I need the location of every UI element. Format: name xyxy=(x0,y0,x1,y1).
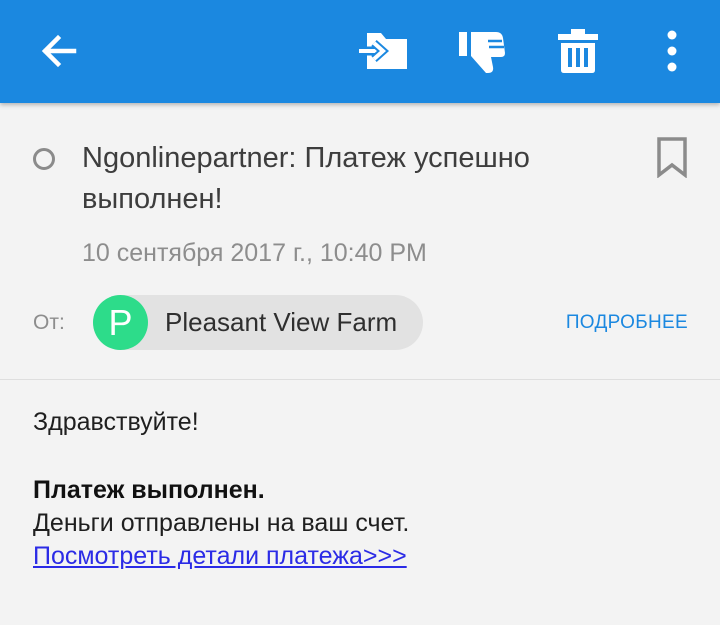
bookmark-icon xyxy=(657,137,687,179)
unread-indicator-icon[interactable] xyxy=(33,148,55,170)
message-date: 10 сентября 2017 г., 10:40 PM xyxy=(82,239,427,267)
body-greeting: Здравствуйте! xyxy=(33,408,199,436)
more-vertical-icon xyxy=(667,30,677,72)
sender-name: Pleasant View Farm xyxy=(165,307,398,337)
delete-button[interactable] xyxy=(551,24,605,78)
message-subject: Ngonlinepartner: Платеж успешно выполнен… xyxy=(82,142,530,215)
more-options-button[interactable] xyxy=(645,24,699,78)
top-toolbar xyxy=(0,0,720,103)
arrow-left-icon xyxy=(41,34,77,68)
move-to-folder-icon xyxy=(359,33,407,69)
details-button[interactable]: ПОДРОБНЕЕ xyxy=(566,312,688,334)
email-viewer: Ngonlinepartner: Платеж успешно выполнен… xyxy=(0,0,720,625)
from-label: От: xyxy=(33,311,65,334)
body-heading: Платеж выполнен. xyxy=(33,476,265,504)
sender-chip[interactable]: P Pleasant View Farm xyxy=(93,295,424,350)
move-to-folder-button[interactable] xyxy=(357,24,411,78)
payment-details-link[interactable]: Посмотреть детали платежа>>> xyxy=(33,540,407,573)
back-button[interactable] xyxy=(31,24,85,78)
header-divider xyxy=(0,379,720,380)
avatar: P xyxy=(93,295,148,350)
spam-button[interactable] xyxy=(455,24,509,78)
thumbs-down-icon xyxy=(459,32,505,73)
body-text-line: Деньги отправлены на ваш счет. xyxy=(33,509,410,537)
bookmark-button[interactable] xyxy=(654,136,690,179)
trash-icon xyxy=(558,29,598,73)
